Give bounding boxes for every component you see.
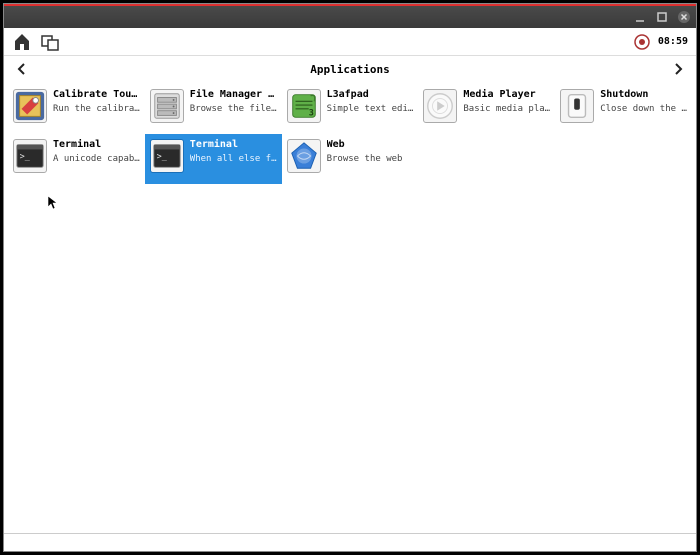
app-item-terminal-1[interactable]: >_ Terminal A unicode capable … (8, 134, 145, 184)
app-text: Shutdown Close down the mac… (600, 89, 687, 114)
toolbar: 08:59 (4, 28, 696, 56)
app-name-label: Media Player (463, 89, 550, 100)
calibrate-icon (13, 89, 47, 123)
app-text: File Manager PC… Browse the file sy… (190, 89, 277, 114)
back-button[interactable] (14, 61, 30, 77)
home-button[interactable] (12, 32, 32, 52)
terminal-icon: >_ (150, 139, 184, 173)
app-name-label: Terminal (53, 139, 140, 150)
app-item-terminal-2[interactable]: >_ Terminal When all else fails. (145, 134, 282, 184)
close-button[interactable] (676, 9, 692, 25)
app-desc-label: Run the calibratio… (53, 104, 140, 114)
svg-text:>_: >_ (20, 151, 31, 161)
app-item-media-player[interactable]: Media Player Basic media player (418, 84, 555, 134)
file-manager-icon (150, 89, 184, 123)
app-desc-label: Close down the mac… (600, 104, 687, 114)
app-desc-label: Browse the file sy… (190, 104, 277, 114)
maximize-button[interactable] (654, 9, 670, 25)
navigation-row: Applications (4, 56, 696, 82)
svg-text:3: 3 (308, 107, 313, 117)
statusbar (4, 533, 696, 551)
terminal-icon: >_ (13, 139, 47, 173)
media-player-icon (423, 89, 457, 123)
app-desc-label: Browse the web (327, 154, 403, 164)
page-title: Applications (310, 63, 389, 76)
app-text: Media Player Basic media player (463, 89, 550, 114)
app-name-label: L3afpad (327, 89, 414, 100)
app-text: Web Browse the web (327, 139, 403, 164)
shutdown-icon (560, 89, 594, 123)
web-icon (287, 139, 321, 173)
app-text: Calibrate Touch… Run the calibratio… (53, 89, 140, 114)
notification-icon[interactable] (632, 32, 652, 52)
clock: 08:59 (658, 36, 688, 47)
app-item-web[interactable]: Web Browse the web (282, 134, 419, 184)
titlebar (4, 4, 696, 28)
app-desc-label: When all else fails. (190, 154, 277, 164)
app-item-file-manager[interactable]: File Manager PC… Browse the file sy… (145, 84, 282, 134)
app-name-label: Shutdown (600, 89, 687, 100)
svg-text:>_: >_ (156, 151, 167, 161)
applications-grid: Calibrate Touch… Run the calibratio… File … (4, 82, 696, 186)
minimize-button[interactable] (632, 9, 648, 25)
app-text: L3afpad Simple text editor (327, 89, 414, 114)
app-name-label: Terminal (190, 139, 277, 150)
application-window: 08:59 Applications Calibrate Touch… Run t… (3, 3, 697, 552)
app-name-label: Calibrate Touch… (53, 89, 140, 100)
window-switcher-button[interactable] (40, 32, 60, 52)
app-item-shutdown[interactable]: Shutdown Close down the mac… (555, 84, 692, 134)
app-text: Terminal A unicode capable … (53, 139, 140, 164)
forward-button[interactable] (670, 61, 686, 77)
app-desc-label: Basic media player (463, 104, 550, 114)
leafpad-icon: 3 (287, 89, 321, 123)
app-desc-label: A unicode capable … (53, 154, 140, 164)
app-name-label: Web (327, 139, 403, 150)
app-name-label: File Manager PC… (190, 89, 277, 100)
app-desc-label: Simple text editor (327, 104, 414, 114)
app-item-calibrate-touch[interactable]: Calibrate Touch… Run the calibratio… (8, 84, 145, 134)
app-item-leafpad[interactable]: 3 L3afpad Simple text editor (282, 84, 419, 134)
app-text: Terminal When all else fails. (190, 139, 277, 164)
